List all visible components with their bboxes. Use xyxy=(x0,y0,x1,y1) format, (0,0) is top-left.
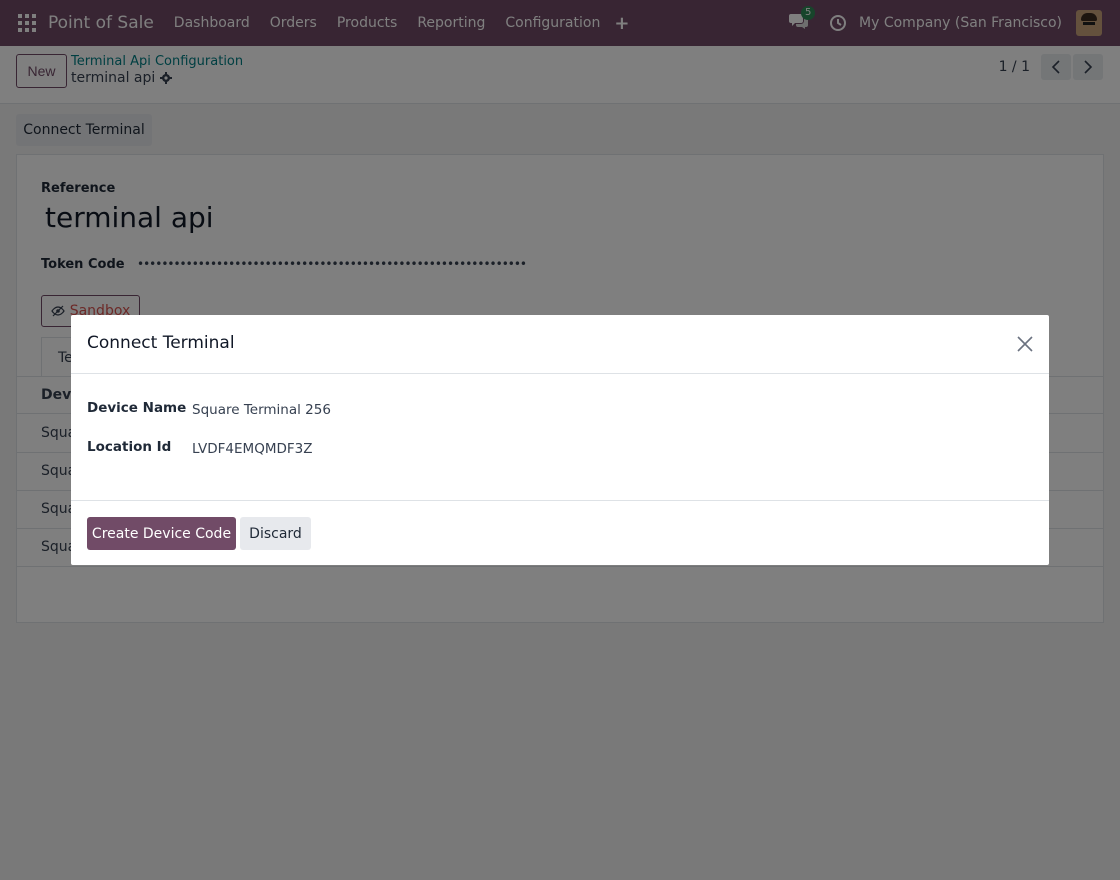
dialog-body: Device Name Square Terminal 256 Location… xyxy=(71,374,1049,500)
dialog-header: Connect Terminal xyxy=(71,315,1049,374)
device-name-label: Device Name xyxy=(87,400,187,416)
location-id-field[interactable]: LVDF4EMQMDF3Z xyxy=(192,441,312,457)
dialog-title: Connect Terminal xyxy=(87,333,235,353)
device-name-field[interactable]: Square Terminal 256 xyxy=(192,402,331,418)
discard-button[interactable]: Discard xyxy=(240,517,311,550)
location-id-label: Location Id xyxy=(87,439,172,455)
dialog-footer: Create Device Code Discard xyxy=(71,500,1049,565)
close-icon[interactable] xyxy=(1015,334,1035,354)
connect-terminal-dialog: Connect Terminal Device Name Square Term… xyxy=(71,315,1049,565)
create-device-code-button[interactable]: Create Device Code xyxy=(87,517,236,550)
